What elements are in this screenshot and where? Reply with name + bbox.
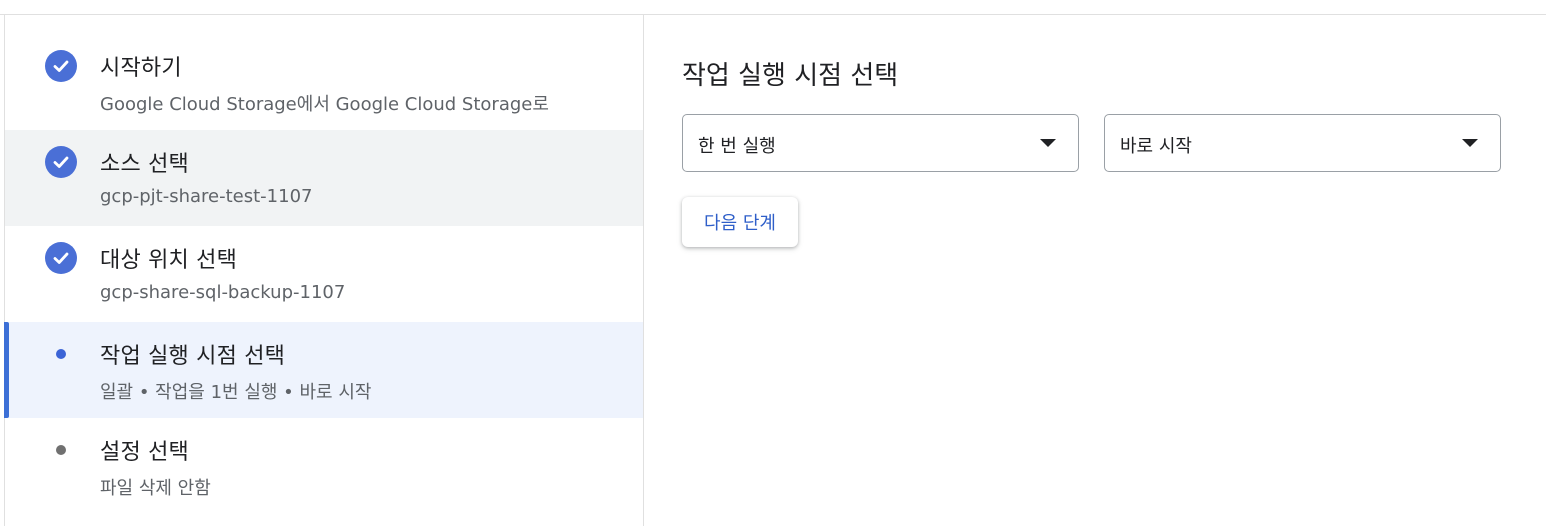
panel-divider: [643, 15, 644, 526]
step-subtitle: gcp-pjt-share-test-1107: [100, 186, 313, 207]
step-select-destination[interactable]: 대상 위치 선택 gcp-share-sql-backup-1107: [5, 226, 643, 322]
start-time-select[interactable]: 바로 시작: [1104, 114, 1501, 172]
panel-title: 작업 실행 시점 선택: [682, 61, 899, 91]
step-select-run-timing[interactable]: 작업 실행 시점 선택 일괄 • 작업을 1번 실행 • 바로 시작: [4, 322, 643, 418]
step-title: 작업 실행 시점 선택: [100, 344, 286, 369]
start-time-value: 바로 시작: [1120, 136, 1192, 157]
step-get-started[interactable]: 시작하기 Google Cloud Storage에서 Google Cloud…: [5, 34, 643, 130]
run-frequency-value: 한 번 실행: [698, 136, 776, 157]
check-circle-icon: [45, 50, 77, 82]
stepper: 시작하기 Google Cloud Storage에서 Google Cloud…: [4, 34, 643, 514]
active-dot-icon: [45, 338, 77, 370]
step-select-settings[interactable]: 설정 선택 파일 삭제 안함: [5, 418, 643, 514]
run-frequency-select[interactable]: 한 번 실행: [682, 114, 1079, 172]
step-title: 대상 위치 선택: [100, 248, 238, 273]
check-circle-icon: [45, 242, 77, 274]
next-step-button[interactable]: 다음 단계: [682, 197, 798, 247]
pending-dot-icon: [45, 434, 77, 466]
dropdown-arrow-icon: [1462, 139, 1478, 147]
step-subtitle: gcp-share-sql-backup-1107: [100, 282, 346, 303]
step-title: 시작하기: [100, 56, 182, 81]
step-select-source[interactable]: 소스 선택 gcp-pjt-share-test-1107: [5, 130, 643, 226]
dropdown-arrow-icon: [1040, 139, 1056, 147]
step-subtitle: 일괄 • 작업을 1번 실행 • 바로 시작: [100, 382, 372, 403]
check-circle-icon: [45, 146, 77, 178]
step-subtitle: 파일 삭제 안함: [100, 478, 211, 499]
step-title: 설정 선택: [100, 440, 189, 465]
top-divider: [0, 14, 1546, 15]
step-title: 소스 선택: [100, 152, 189, 177]
step-subtitle: Google Cloud Storage에서 Google Cloud Stor…: [100, 94, 549, 115]
